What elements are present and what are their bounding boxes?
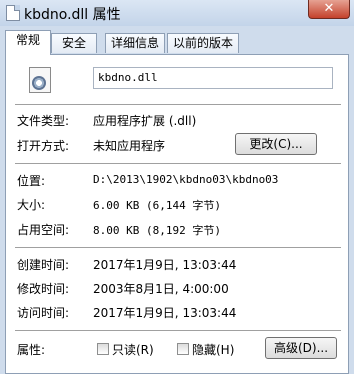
modified-label: 修改时间: — [17, 282, 70, 296]
divider — [15, 247, 341, 248]
file-name-field[interactable]: kbdno.dll — [93, 67, 333, 89]
readonly-checkbox[interactable] — [97, 343, 109, 355]
size-on-disk-value: 8.00 KB (8,192 字节) — [93, 224, 221, 237]
location-value: D:\2013\1902\kbdno03\kbdno03 — [93, 173, 279, 186]
created-label: 创建时间: — [17, 258, 70, 272]
file-icon — [6, 5, 20, 21]
divider — [15, 163, 341, 164]
tab-strip: 常规 安全 详细信息 以前的版本 — [5, 30, 349, 55]
size-value: 6.00 KB (6,144 字节) — [93, 199, 221, 212]
tab-details[interactable]: 详细信息 — [105, 33, 165, 53]
size-label: 大小: — [17, 198, 46, 212]
advanced-button[interactable]: 高级(D)... — [265, 337, 337, 359]
dll-file-icon — [29, 67, 51, 93]
created-value: 2017年1月9日, 13:03:44 — [93, 258, 237, 272]
close-button[interactable]: ✕ — [308, 0, 350, 19]
file-type-label: 文件类型: — [17, 114, 70, 128]
accessed-label: 访问时间: — [17, 306, 70, 320]
change-button[interactable]: 更改(C)... — [235, 133, 317, 155]
divider — [15, 104, 341, 105]
hidden-label: 隐藏(H) — [192, 343, 235, 357]
tab-general[interactable]: 常规 — [5, 30, 51, 55]
size-on-disk-label: 占用空间: — [17, 223, 70, 237]
tab-security[interactable]: 安全 — [51, 33, 97, 53]
title-bar: kbdno.dll 属性 ✕ — [0, 0, 354, 26]
attributes-label: 属性: — [17, 343, 46, 357]
open-with-value: 未知应用程序 — [93, 139, 166, 153]
readonly-label: 只读(R) — [112, 343, 154, 357]
accessed-value: 2017年1月9日, 13:03:44 — [93, 306, 237, 320]
modified-value: 2003年8月1日, 4:00:00 — [93, 282, 229, 296]
divider — [15, 330, 341, 331]
open-with-label: 打开方式: — [17, 139, 70, 153]
location-label: 位置: — [17, 174, 46, 188]
hidden-checkbox[interactable] — [177, 343, 189, 355]
file-type-value: 应用程序扩展 (.dll) — [93, 114, 197, 128]
general-panel: kbdno.dll 文件类型: 应用程序扩展 (.dll) 打开方式: 未知应用… — [5, 54, 349, 374]
gear-icon — [32, 76, 46, 90]
tab-previous-versions[interactable]: 以前的版本 — [167, 33, 239, 53]
window-title: kbdno.dll 属性 — [24, 7, 121, 23]
